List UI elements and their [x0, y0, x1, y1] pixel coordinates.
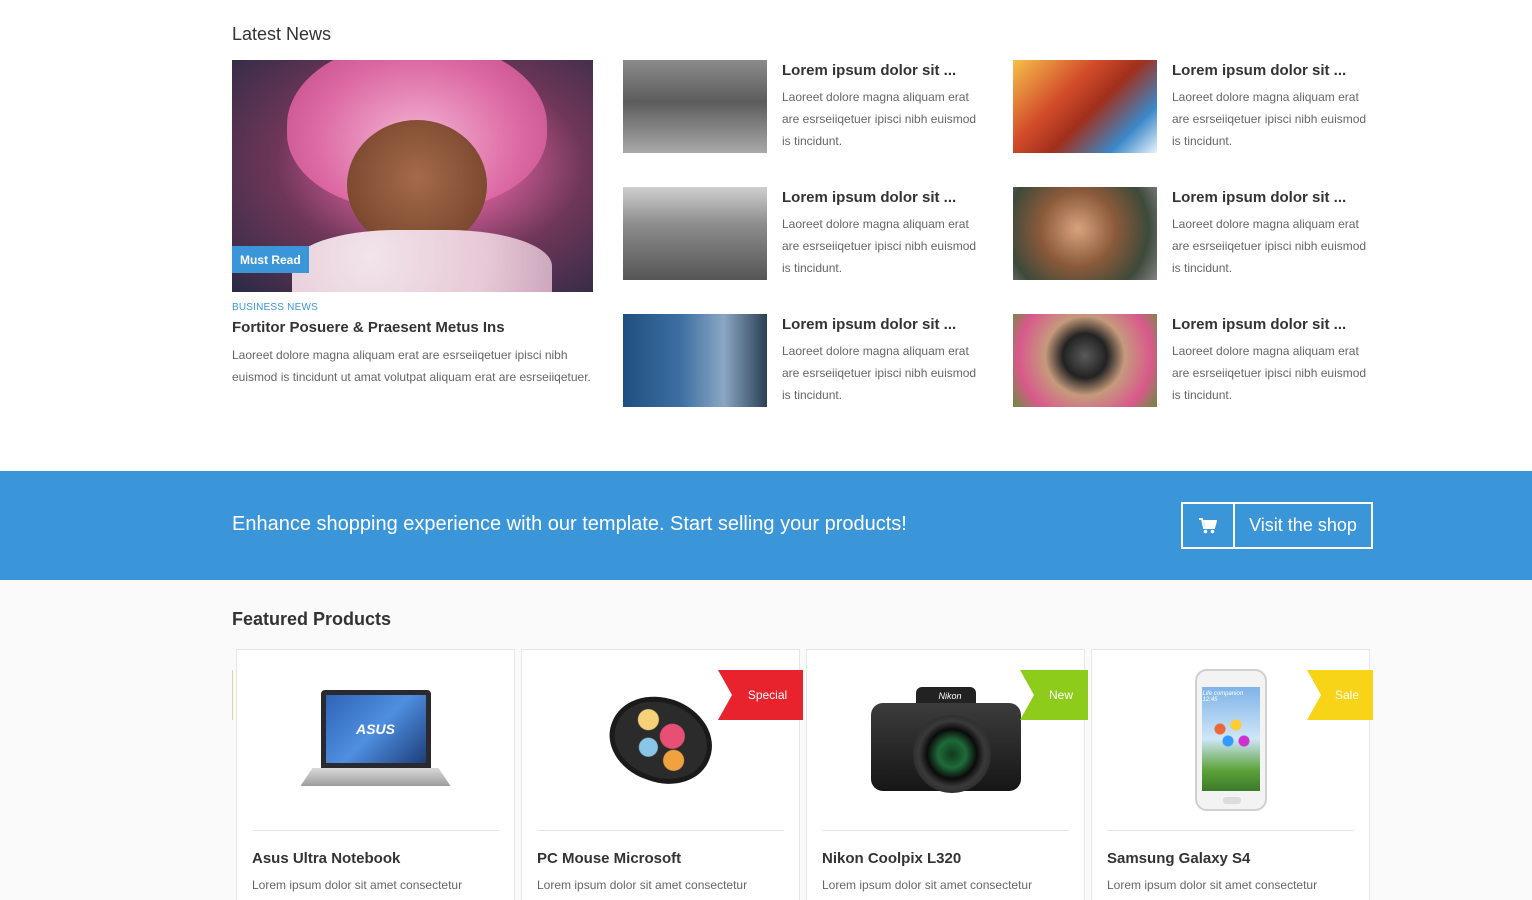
- featured-news-excerpt: Laoreet dolore magna aliquam erat are es…: [232, 348, 591, 384]
- news-item[interactable]: Lorem ipsum dolor sit ... Laoreet dolore…: [1013, 314, 1373, 407]
- product-card[interactable]: Life companion 12:45 Sale Samsung Galaxy …: [1091, 649, 1373, 900]
- news-item-title[interactable]: Lorem ipsum dolor sit ...: [782, 189, 956, 206]
- laptop-brand-label: ASUS: [325, 695, 426, 763]
- news-item-title[interactable]: Lorem ipsum dolor sit ...: [782, 62, 956, 79]
- news-item-title[interactable]: Lorem ipsum dolor sit ...: [782, 316, 956, 333]
- featured-news-image[interactable]: Must Read: [232, 60, 593, 292]
- featured-news-category[interactable]: BUSINESS NEWS: [232, 302, 593, 313]
- latest-news-title: Latest News: [232, 24, 332, 44]
- product-card[interactable]: Nikon New Nikon Coolpix L320 Lorem ipsum…: [806, 649, 1088, 900]
- visit-shop-button[interactable]: Visit the shop: [1181, 502, 1373, 549]
- news-thumbnail[interactable]: [623, 314, 767, 407]
- product-divider: [1107, 830, 1354, 831]
- shop-banner: Enhance shopping experience with our tem…: [0, 471, 1532, 580]
- product-name[interactable]: Asus Ultra Notebook: [252, 850, 400, 867]
- cart-icon: [1183, 504, 1235, 547]
- news-item-excerpt: Laoreet dolore magna aliquam erat are es…: [1172, 344, 1367, 402]
- product-name[interactable]: Nikon Coolpix L320: [822, 850, 961, 867]
- product-card[interactable]: ASUS Asus Ultra Notebook Lorem ipsum dol…: [236, 649, 515, 900]
- news-item-excerpt: Laoreet dolore magna aliquam erat are es…: [782, 344, 977, 402]
- carousel-edge: [232, 670, 233, 720]
- news-item-title[interactable]: Lorem ipsum dolor sit ...: [1172, 189, 1346, 206]
- news-thumbnail[interactable]: [1013, 60, 1157, 153]
- news-thumbnail[interactable]: [623, 187, 767, 280]
- news-item[interactable]: Lorem ipsum dolor sit ... Laoreet dolore…: [623, 314, 983, 407]
- product-card[interactable]: Special PC Mouse Microsoft Lorem ipsum d…: [521, 649, 803, 900]
- phone-time-label: 12:45: [1202, 697, 1218, 703]
- featured-products-title: Featured Products: [232, 609, 392, 629]
- news-item-excerpt: Laoreet dolore magna aliquam erat are es…: [1172, 217, 1367, 275]
- product-description: Lorem ipsum dolor sit amet consectetur: [252, 878, 463, 892]
- news-item-excerpt: Laoreet dolore magna aliquam erat are es…: [782, 90, 977, 148]
- product-divider: [537, 830, 784, 831]
- product-image-laptop[interactable]: ASUS: [237, 650, 514, 830]
- product-divider: [252, 830, 499, 831]
- news-thumbnail[interactable]: [623, 60, 767, 153]
- news-item[interactable]: Lorem ipsum dolor sit ... Laoreet dolore…: [623, 60, 983, 153]
- news-item-title[interactable]: Lorem ipsum dolor sit ...: [1172, 316, 1346, 333]
- product-description: Lorem ipsum dolor sit amet consectetur: [1107, 878, 1318, 892]
- news-item-excerpt: Laoreet dolore magna aliquam erat are es…: [782, 217, 977, 275]
- camera-brand-label: Nikon: [938, 691, 962, 701]
- must-read-badge: Must Read: [232, 246, 309, 273]
- banner-text: Enhance shopping experience with our tem…: [232, 513, 907, 535]
- featured-news-card[interactable]: Must Read BUSINESS NEWS Fortitor Posuere…: [232, 60, 593, 388]
- product-name[interactable]: Samsung Galaxy S4: [1107, 850, 1250, 867]
- latest-news-section: Latest News Must Read BUSINESS NEWS Fort…: [232, 0, 1373, 471]
- news-item[interactable]: Lorem ipsum dolor sit ... Laoreet dolore…: [1013, 187, 1373, 280]
- product-description: Lorem ipsum dolor sit amet consectetur: [822, 878, 1033, 892]
- news-thumbnail[interactable]: [1013, 314, 1157, 407]
- news-item[interactable]: Lorem ipsum dolor sit ... Laoreet dolore…: [623, 187, 983, 280]
- product-divider: [822, 830, 1069, 831]
- featured-news-title[interactable]: Fortitor Posuere & Praesent Metus Ins: [232, 319, 593, 336]
- news-item-title[interactable]: Lorem ipsum dolor sit ...: [1172, 62, 1346, 79]
- news-item[interactable]: Lorem ipsum dolor sit ... Laoreet dolore…: [1013, 60, 1373, 153]
- product-name[interactable]: PC Mouse Microsoft: [537, 850, 681, 867]
- news-thumbnail[interactable]: [1013, 187, 1157, 280]
- product-description: Lorem ipsum dolor sit amet consectetur: [537, 878, 748, 892]
- visit-shop-label: Visit the shop: [1249, 515, 1357, 535]
- news-item-excerpt: Laoreet dolore magna aliquam erat are es…: [1172, 90, 1367, 148]
